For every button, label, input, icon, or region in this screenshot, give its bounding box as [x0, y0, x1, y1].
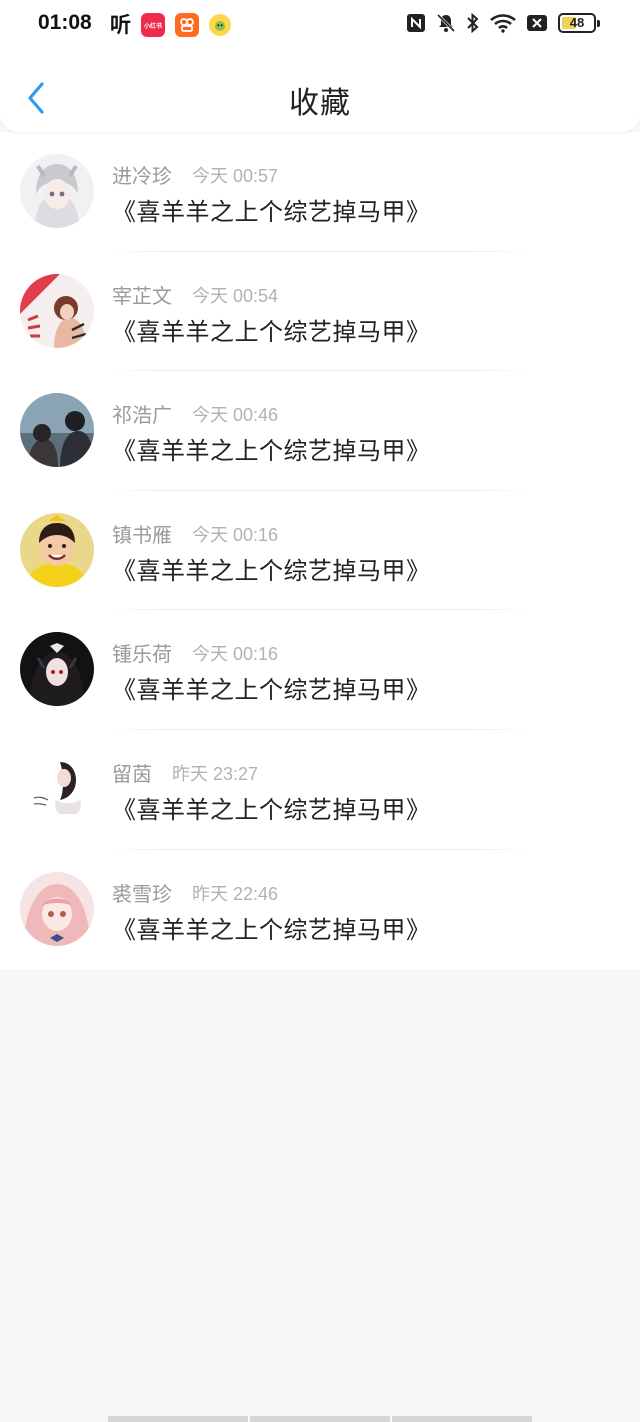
- home-indicator-gap: [106, 1416, 108, 1422]
- list-item[interactable]: 祁浩广 今天 00:46 《喜羊羊之上个综艺掉马甲》: [0, 371, 640, 491]
- item-time: 今天 00:57: [192, 166, 279, 186]
- list-item[interactable]: 宰芷文 今天 00:54 《喜羊羊之上个综艺掉马甲》: [0, 252, 640, 372]
- item-title[interactable]: 《喜羊羊之上个综艺掉马甲》: [112, 312, 431, 347]
- list-item[interactable]: 锺乐荷 今天 00:16 《喜羊羊之上个综艺掉马甲》: [0, 610, 640, 730]
- item-time: 今天 00:16: [192, 524, 279, 545]
- avatar[interactable]: [20, 154, 94, 228]
- status-bar: 01:08 听 小红书 48: [0, 0, 640, 50]
- battery-tip: [597, 20, 600, 27]
- bluetooth-icon: [466, 13, 480, 33]
- battery-icon: 48: [558, 13, 600, 33]
- item-user-name: 镇书雁: [112, 522, 172, 547]
- yellow-app-icon: [209, 14, 231, 36]
- list-item[interactable]: 留茵 昨天 23:27 《喜羊羊之上个综艺掉马甲》: [0, 730, 640, 850]
- status-right-icons: 48: [406, 13, 600, 33]
- xiaohongshu-icon: 小红书: [141, 13, 165, 37]
- item-time: 今天 00:16: [192, 644, 279, 665]
- item-time: 昨天 23:27: [172, 763, 259, 784]
- item-title[interactable]: 《喜羊羊之上个综艺掉马甲》: [112, 192, 431, 227]
- item-time: 今天 00:46: [192, 405, 279, 426]
- home-indicator-gap: [390, 1416, 392, 1422]
- kuaishou-icon: [175, 13, 199, 37]
- nav-bar: 收藏: [0, 64, 640, 132]
- item-user-name: 进冷珍: [112, 164, 172, 188]
- avatar[interactable]: [20, 273, 94, 348]
- list-item[interactable]: 镇书雁 今天 00:16 《喜羊羊之上个综艺掉马甲》: [0, 491, 640, 611]
- avatar[interactable]: [20, 871, 94, 946]
- item-title[interactable]: 《喜羊羊之上个综艺掉马甲》: [112, 431, 431, 466]
- avatar[interactable]: [20, 393, 94, 468]
- item-title[interactable]: 《喜羊羊之上个综艺掉马甲》: [112, 670, 431, 705]
- wifi-icon: [490, 13, 516, 33]
- ting-icon: 听: [110, 13, 131, 37]
- item-user-name: 宰芷文: [112, 283, 172, 308]
- status-time: 01:08: [38, 11, 92, 34]
- item-title[interactable]: 《喜羊羊之上个综艺掉马甲》: [112, 910, 431, 945]
- avatar[interactable]: [20, 512, 94, 587]
- list-item[interactable]: 进冷珍 今天 00:57 《喜羊羊之上个综艺掉马甲》: [0, 132, 640, 252]
- avatar[interactable]: [20, 632, 94, 707]
- item-user-name: 祁浩广: [112, 403, 172, 428]
- bell-muted-icon: [436, 13, 456, 33]
- favorites-list: 进冷珍 今天 00:57 《喜羊羊之上个综艺掉马甲》 宰芷文 今天 00:54 …: [0, 132, 640, 970]
- item-title[interactable]: 《喜羊羊之上个综艺掉马甲》: [112, 790, 431, 825]
- item-user-name: 留茵: [112, 761, 152, 786]
- item-user-name: 裘雪珍: [112, 881, 172, 906]
- nfc-icon: [406, 13, 426, 33]
- item-time: 今天 00:54: [192, 285, 279, 306]
- sim-off-icon: [526, 13, 548, 33]
- item-time: 昨天 22:46: [192, 883, 279, 904]
- header: 01:08 听 小红书 48 收藏: [0, 0, 640, 132]
- item-title[interactable]: 《喜羊羊之上个综艺掉马甲》: [112, 551, 431, 586]
- avatar[interactable]: [20, 751, 94, 826]
- item-user-name: 锺乐荷: [112, 642, 172, 667]
- status-left-icons: 听 小红书: [110, 13, 231, 37]
- home-indicator-gap: [532, 1416, 534, 1422]
- page-title: 收藏: [289, 86, 351, 121]
- home-indicator[interactable]: [106, 1416, 534, 1422]
- list-item[interactable]: 裘雪珍 昨天 22:46 《喜羊羊之上个综艺掉马甲》: [0, 850, 640, 970]
- battery-level: 48: [569, 15, 585, 30]
- home-indicator-gap: [248, 1416, 250, 1422]
